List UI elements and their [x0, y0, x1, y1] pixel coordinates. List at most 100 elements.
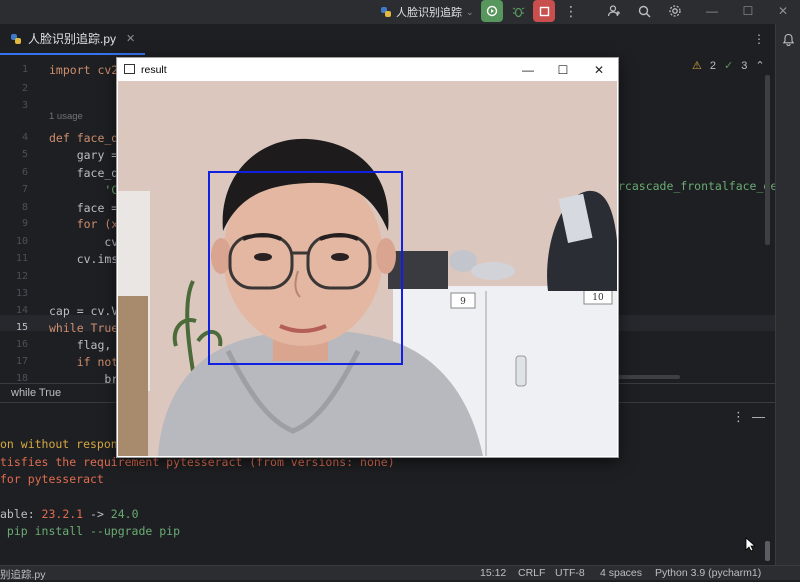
line-number[interactable]: 15 [0, 322, 28, 333]
run-icon [486, 5, 498, 17]
cabinet-label: 10 [592, 293, 604, 303]
line-number[interactable]: 6 [0, 167, 28, 178]
usage-hint[interactable]: 1 usage [49, 111, 83, 122]
code-line: def face_de [49, 131, 126, 145]
more-icon[interactable]: ⋮ [732, 409, 745, 425]
line-number[interactable]: 17 [0, 356, 28, 367]
line-number[interactable]: 5 [0, 149, 28, 160]
result-maximize-button[interactable]: ☐ [548, 60, 578, 79]
result-close-button[interactable]: ✕ [584, 60, 614, 79]
cabinet-label: 9 [460, 297, 466, 307]
console-text: able: [0, 507, 42, 521]
line-number[interactable]: 9 [0, 218, 28, 229]
stop-button[interactable] [533, 0, 555, 22]
tab-label: 人脸识别追踪.py [28, 32, 117, 46]
console-line: for pytesseract [0, 472, 104, 486]
code-line: import cv2 [49, 63, 119, 77]
console-line: able: 23.2.1 -> 24.0 [0, 507, 139, 521]
editor-tab-bar: 人脸识别追踪.py ✕ ⋮ [0, 24, 775, 56]
status-indent[interactable]: 4 spaces [600, 567, 642, 579]
minimize-icon[interactable]: — [752, 409, 765, 424]
code-line: cap = cv.Vi [49, 304, 126, 318]
chevron-up-icon[interactable]: ⌃ [755, 59, 764, 72]
status-caret-position[interactable]: 15:12 [480, 567, 506, 579]
code-line: for (x, [49, 217, 126, 231]
code-line: while True: [49, 321, 126, 335]
line-number[interactable]: 12 [0, 271, 28, 282]
chevron-down-icon[interactable]: ⌄ [773, 59, 775, 72]
notifications-icon[interactable] [782, 33, 795, 46]
line-number[interactable]: 11 [0, 253, 28, 264]
line-number[interactable]: 4 [0, 132, 28, 143]
add-user-icon [607, 5, 620, 17]
window-maximize-button[interactable]: ☐ [733, 0, 763, 22]
close-icon: ✕ [777, 4, 789, 18]
warning-count: 2 [709, 59, 716, 72]
settings-button[interactable] [664, 0, 686, 22]
check-icon: ✓ [724, 60, 734, 72]
face-detection-box [208, 171, 403, 365]
line-number[interactable]: 14 [0, 305, 28, 316]
window-icon [124, 64, 135, 74]
vertical-scrollbar[interactable] [765, 75, 770, 245]
inspection-widget[interactable]: ⚠ 2 ✓ 3 ⌃ ⌄ [692, 59, 775, 73]
tab-file[interactable]: 人脸识别追踪.py ✕ [0, 24, 146, 55]
run-configuration-selector[interactable]: 人脸识别追踪 ⌄ [380, 4, 474, 20]
breadcrumb-item[interactable]: while True [11, 387, 61, 399]
code-string-tail: rcascade_frontalface_defa [618, 179, 775, 193]
line-number[interactable]: 1 [0, 64, 28, 75]
code-line: face = [49, 201, 126, 215]
python-icon [381, 7, 391, 17]
search-icon [638, 5, 650, 17]
vertical-scrollbar[interactable] [765, 541, 770, 561]
search-everywhere-button[interactable] [633, 0, 655, 22]
code-line: face_de [49, 166, 126, 180]
mouse-cursor-icon [745, 537, 755, 552]
window-minimize-button[interactable]: — [697, 0, 727, 22]
debug-icon [512, 6, 524, 17]
code-line: if not [49, 355, 119, 369]
run-configuration-label: 人脸识别追踪 [396, 7, 462, 19]
status-encoding[interactable]: UTF-8 [555, 567, 585, 579]
line-number[interactable]: 8 [0, 202, 28, 213]
stop-icon [539, 6, 549, 16]
rerun-button[interactable] [481, 0, 503, 22]
status-line-separator[interactable]: CRLF [518, 567, 545, 579]
code-line: bre [49, 372, 126, 383]
result-window-titlebar[interactable]: result — ☐ ✕ [117, 58, 618, 81]
maximize-icon: ☐ [557, 62, 569, 77]
more-icon: ⋮ [564, 2, 578, 19]
camera-frame: 9 10 [118, 81, 617, 456]
right-tool-strip [775, 24, 800, 579]
main-toolbar: 人脸识别追踪 ⌄ ⋮ — ☐ ✕ [0, 0, 800, 24]
line-number[interactable]: 13 [0, 288, 28, 299]
line-number[interactable]: 3 [0, 100, 28, 111]
line-number[interactable]: 16 [0, 339, 28, 350]
more-actions-button[interactable]: ⋮ [560, 0, 582, 22]
code-line: gary = [49, 148, 126, 162]
close-icon: ✕ [593, 62, 605, 77]
window-close-button[interactable]: ✕ [768, 0, 798, 22]
python-file-icon [11, 33, 21, 44]
minimize-icon: — [706, 4, 718, 18]
code-with-me-button[interactable] [603, 0, 625, 22]
line-number[interactable]: 18 [0, 373, 28, 383]
warning-icon: ⚠ [692, 60, 702, 72]
close-icon[interactable]: ✕ [126, 32, 135, 45]
line-number[interactable]: 10 [0, 236, 28, 247]
result-minimize-button[interactable]: — [513, 60, 543, 79]
code-line: cv. [49, 235, 126, 249]
line-number[interactable]: 2 [0, 83, 28, 94]
version-arrow: -> [83, 507, 111, 521]
minimize-icon: — [522, 62, 534, 77]
status-bar: 别追踪.py 15:12 CRLF UTF-8 4 spaces Python … [0, 565, 800, 582]
chevron-down-icon: ⌄ [466, 6, 474, 17]
console-line: on without response [0, 437, 132, 451]
line-number[interactable]: 7 [0, 184, 28, 195]
more-icon[interactable]: ⋮ [753, 32, 765, 46]
ok-count: 3 [741, 59, 748, 72]
debug-button[interactable] [507, 0, 529, 22]
status-interpreter[interactable]: Python 3.9 (pycharm1) [655, 567, 761, 579]
status-file[interactable]: 别追踪.py [0, 567, 46, 582]
result-window[interactable]: result — ☐ ✕ 9 10 [116, 57, 619, 458]
